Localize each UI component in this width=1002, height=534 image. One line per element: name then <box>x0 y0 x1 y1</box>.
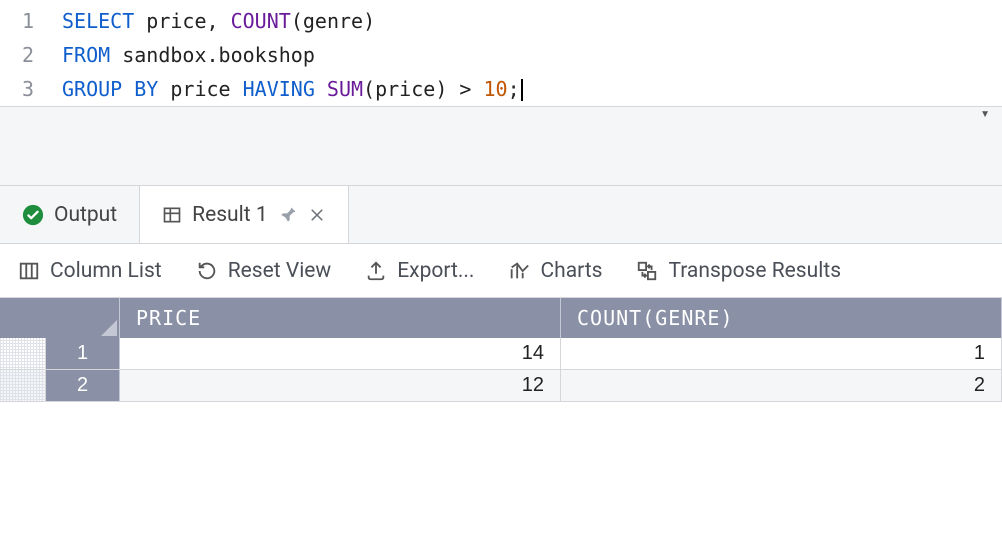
transpose-label: Transpose Results <box>668 259 841 283</box>
grid-corner[interactable] <box>0 298 120 338</box>
pin-icon[interactable] <box>278 205 298 225</box>
row-handle[interactable] <box>0 370 46 401</box>
table-row[interactable]: 1141 <box>0 338 1002 370</box>
tab-result-label: Result 1 <box>192 203 267 227</box>
result-toolbar: Column List Reset View Export... Charts … <box>0 244 1002 298</box>
row-number[interactable]: 1 <box>46 338 120 369</box>
column-list-label: Column List <box>50 259 162 283</box>
row-handle[interactable] <box>0 338 46 369</box>
tab-result-1[interactable]: Result 1 <box>140 186 348 243</box>
tab-output[interactable]: Output <box>0 186 140 243</box>
column-header[interactable]: PRICE <box>120 298 561 338</box>
table-icon <box>162 205 182 225</box>
code-content[interactable]: GROUP BY price HAVING SUM(price) > 10; <box>62 77 523 102</box>
export-icon <box>365 260 387 282</box>
line-number: 1 <box>0 9 62 33</box>
reset-view-button[interactable]: Reset View <box>196 259 332 283</box>
table-row[interactable]: 2122 <box>0 370 1002 402</box>
charts-label: Charts <box>540 259 602 283</box>
line-number: 3 <box>0 77 62 101</box>
result-tabs: Output Result 1 <box>0 186 1002 244</box>
code-content[interactable]: FROM sandbox.bookshop <box>62 43 315 67</box>
cell[interactable]: 1 <box>561 338 1002 369</box>
check-circle-icon <box>22 204 44 226</box>
charts-button[interactable]: Charts <box>508 259 602 283</box>
columns-icon <box>18 260 40 282</box>
column-list-button[interactable]: Column List <box>18 259 162 283</box>
cell[interactable]: 12 <box>120 370 561 401</box>
code-line[interactable]: 3GROUP BY price HAVING SUM(price) > 10; <box>0 72 1002 106</box>
reset-icon <box>196 260 218 282</box>
cell[interactable]: 14 <box>120 338 561 369</box>
dropdown-arrow-icon[interactable]: ▼ <box>980 109 990 120</box>
transpose-button[interactable]: Transpose Results <box>636 259 841 283</box>
reset-view-label: Reset View <box>228 259 332 283</box>
line-number: 2 <box>0 43 62 67</box>
column-header[interactable]: COUNT(GENRE) <box>561 298 1002 338</box>
grid-header: PRICECOUNT(GENRE) <box>0 298 1002 338</box>
code-line[interactable]: 1SELECT price, COUNT(genre) <box>0 4 1002 38</box>
transpose-icon <box>636 260 658 282</box>
cell[interactable]: 2 <box>561 370 1002 401</box>
sql-editor[interactable]: 1SELECT price, COUNT(genre)2FROM sandbox… <box>0 0 1002 106</box>
charts-icon <box>508 260 530 282</box>
text-cursor <box>521 79 523 101</box>
code-line[interactable]: 2FROM sandbox.bookshop <box>0 38 1002 72</box>
result-grid: PRICECOUNT(GENRE) 11412122 <box>0 298 1002 534</box>
export-button[interactable]: Export... <box>365 259 474 283</box>
code-content[interactable]: SELECT price, COUNT(genre) <box>62 9 375 33</box>
row-number[interactable]: 2 <box>46 370 120 401</box>
tab-output-label: Output <box>54 203 117 227</box>
export-label: Export... <box>397 259 474 283</box>
panel-resize-bar[interactable]: ▼ <box>0 106 1002 186</box>
close-icon[interactable] <box>308 206 326 224</box>
